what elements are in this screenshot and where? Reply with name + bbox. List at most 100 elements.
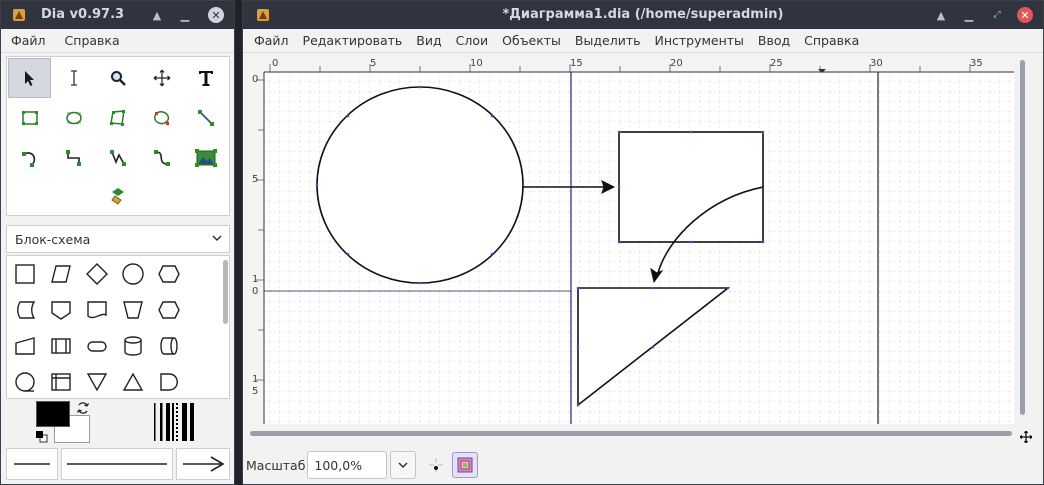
flowchart-preparation-shape[interactable] bbox=[151, 256, 187, 292]
flowchart-offpage-shape[interactable] bbox=[43, 292, 79, 328]
zoom-dropdown-button[interactable] bbox=[390, 451, 417, 479]
flowchart-sequential-data-shape[interactable] bbox=[7, 364, 43, 398]
tool-bezierline[interactable] bbox=[140, 138, 183, 178]
ruler-v-label: 5 bbox=[252, 174, 259, 185]
line-style-area bbox=[6, 448, 230, 480]
default-colors-icon[interactable] bbox=[36, 431, 48, 446]
flowchart-document-shape[interactable] bbox=[79, 292, 115, 328]
end-arrow-selector[interactable] bbox=[176, 448, 230, 480]
toolbox-menubar: Файл Справка bbox=[1, 29, 234, 53]
magnify-icon bbox=[110, 71, 126, 86]
line-width-icon[interactable] bbox=[152, 403, 196, 444]
tool-image[interactable] bbox=[184, 138, 227, 178]
tool-palette bbox=[6, 56, 230, 216]
tool-outline[interactable] bbox=[96, 176, 139, 216]
vertical-scroll-thumb[interactable] bbox=[1020, 60, 1025, 415]
sheet-selector[interactable]: Блок-схема bbox=[6, 225, 230, 253]
horizontal-scrollbar[interactable] bbox=[248, 429, 1014, 437]
move-icon bbox=[153, 69, 170, 87]
menu-objects[interactable]: Объекты bbox=[495, 33, 568, 48]
tool-box[interactable] bbox=[8, 98, 51, 138]
horizontal-scroll-thumb[interactable] bbox=[250, 431, 1012, 436]
menu-help[interactable]: Справка bbox=[797, 33, 866, 48]
tool-zigzagline[interactable] bbox=[52, 138, 95, 178]
flowchart-manual-op-shape[interactable] bbox=[115, 292, 151, 328]
diagram-canvas[interactable]: 0 5 10 15 20 25 30 35 0 5 1 0 1 5 bbox=[248, 58, 1014, 424]
vertical-scrollbar[interactable] bbox=[1019, 58, 1027, 424]
ruler-h-label: 30 bbox=[870, 58, 883, 69]
swap-colors-icon[interactable] bbox=[76, 401, 90, 418]
tool-beziergon[interactable] bbox=[140, 98, 183, 138]
flowchart-delay-shape[interactable] bbox=[151, 364, 187, 398]
flowchart-merge-shape[interactable] bbox=[79, 364, 115, 398]
flowchart-ellipse-shape[interactable] bbox=[115, 256, 151, 292]
tool-text-edit[interactable] bbox=[52, 58, 95, 98]
flowchart-magnetic-disk-shape[interactable] bbox=[115, 328, 151, 364]
polyline-icon bbox=[109, 150, 126, 166]
zoom-input[interactable]: 100,0% bbox=[307, 451, 388, 479]
tool-polyline[interactable] bbox=[96, 138, 139, 178]
menu-file[interactable]: Файл bbox=[247, 33, 296, 48]
flowchart-box-shape[interactable] bbox=[7, 256, 43, 292]
flowchart-stored-data-shape[interactable] bbox=[7, 292, 43, 328]
ruler-h-label: 5 bbox=[370, 58, 377, 69]
minimize-icon[interactable]: ▁ bbox=[961, 7, 977, 23]
text-icon bbox=[198, 71, 213, 86]
flowchart-parallelogram-shape[interactable] bbox=[43, 256, 79, 292]
foreground-color-swatch[interactable] bbox=[36, 401, 70, 427]
menu-select[interactable]: Выделить bbox=[568, 33, 648, 48]
menu-input[interactable]: Ввод bbox=[751, 33, 797, 48]
tool-polygon[interactable] bbox=[96, 98, 139, 138]
menu-tools[interactable]: Инструменты bbox=[647, 33, 750, 48]
text-cursor-icon bbox=[70, 70, 77, 86]
beziergon-icon bbox=[153, 111, 169, 125]
rectangle-object[interactable] bbox=[618, 131, 764, 243]
start-arrow-selector[interactable] bbox=[6, 448, 58, 480]
menu-view[interactable]: Вид bbox=[409, 33, 448, 48]
flowchart-internal-storage-shape[interactable] bbox=[43, 364, 79, 398]
minimize-icon[interactable]: ▁ bbox=[177, 7, 193, 23]
toolbox-titlebar[interactable]: Dia v0.97.3 ▲ ▁ ⤢ ✕ bbox=[1, 1, 234, 29]
close-icon[interactable]: ✕ bbox=[1017, 7, 1033, 23]
menu-edit[interactable]: Редактировать bbox=[296, 33, 410, 48]
flowchart-manual-input-shape[interactable] bbox=[7, 328, 43, 364]
menu-layers[interactable]: Слои bbox=[449, 33, 496, 48]
ruler-v-label: 1 bbox=[252, 374, 259, 385]
shape-palette bbox=[6, 255, 230, 399]
ruler-h-label: 25 bbox=[770, 58, 783, 69]
close-icon[interactable]: ✕ bbox=[208, 7, 224, 23]
toolbox-title: Dia v0.97.3 bbox=[41, 7, 125, 22]
flowchart-extract-shape[interactable] bbox=[115, 364, 151, 398]
diagram-titlebar[interactable]: *Диаграмма1.dia (/home/superadmin) ▲ ▁ ⤢… bbox=[243, 1, 1043, 29]
flowchart-diamond-shape[interactable] bbox=[79, 256, 115, 292]
flowchart-direct-access-shape[interactable] bbox=[151, 328, 187, 364]
polygon-icon bbox=[109, 110, 125, 126]
navigation-move-icon[interactable] bbox=[1019, 430, 1033, 446]
ruler-h-label: 35 bbox=[970, 58, 983, 69]
tool-arc[interactable] bbox=[8, 138, 51, 178]
ruler-h-label: 15 bbox=[570, 58, 583, 69]
line-style-selector[interactable] bbox=[61, 448, 173, 480]
menu-file[interactable]: Файл bbox=[1, 33, 53, 48]
shape-palette-scrollbar[interactable] bbox=[223, 260, 228, 324]
chevron-down-icon bbox=[398, 462, 408, 469]
ruler-v-label: 0 bbox=[252, 286, 259, 297]
tool-line[interactable] bbox=[184, 98, 227, 138]
snap-to-grid-toggle[interactable] bbox=[424, 453, 448, 477]
snap-to-objects-toggle[interactable] bbox=[452, 452, 479, 478]
diagram-title: *Диаграмма1.dia (/home/superadmin) bbox=[502, 7, 784, 22]
maximize-icon[interactable]: ⤢ bbox=[989, 7, 1005, 23]
flowchart-hexagon-shape[interactable] bbox=[151, 292, 187, 328]
tool-modify[interactable] bbox=[8, 58, 51, 98]
tool-text[interactable] bbox=[184, 58, 227, 98]
tool-magnify[interactable] bbox=[96, 58, 139, 98]
tool-ellipse[interactable] bbox=[52, 98, 95, 138]
minimize-icon[interactable]: ▲ bbox=[149, 7, 165, 23]
status-bar: Масштаб 100,0% bbox=[243, 446, 1043, 484]
tool-scroll[interactable] bbox=[140, 58, 183, 98]
ruler-h-label: 10 bbox=[470, 58, 483, 69]
flowchart-predefined-shape[interactable] bbox=[43, 328, 79, 364]
menu-help[interactable]: Справка bbox=[53, 33, 127, 48]
flowchart-terminal-shape[interactable] bbox=[79, 328, 115, 364]
minimize-icon[interactable]: ▲ bbox=[933, 7, 949, 23]
